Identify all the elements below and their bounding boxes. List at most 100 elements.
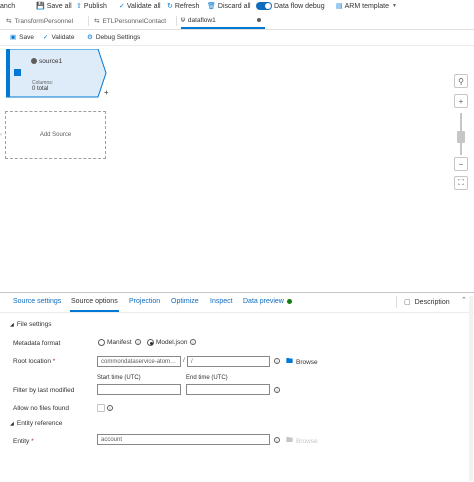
end-time-input[interactable] xyxy=(186,384,270,395)
root-location-browse-button[interactable]: 🖿 Browse xyxy=(286,357,318,368)
data-preview-label: Data preview xyxy=(243,298,284,305)
save-all-button[interactable]: 💾 Save all xyxy=(36,1,72,11)
branch-selector[interactable]: anch xyxy=(0,1,15,11)
collapse-handle-icon[interactable]: ‹ xyxy=(0,132,2,138)
validate-button[interactable]: ✓ Validate xyxy=(43,33,75,42)
tab-inspect[interactable]: Inspect xyxy=(210,298,233,305)
validate-all-label: Validate all xyxy=(126,2,161,10)
validate-all-button[interactable]: ✓ Validate all xyxy=(119,1,161,11)
discard-all-button[interactable]: 🗑 Discard all xyxy=(207,1,251,11)
arm-template-button[interactable]: ▤ ARM template ▼ xyxy=(336,1,397,11)
source-node[interactable] xyxy=(6,49,107,98)
manifest-radio[interactable] xyxy=(98,339,105,346)
settings-icon: ⚙ xyxy=(87,34,93,41)
tab-dataflow1[interactable]: ⍹ dataflow1 xyxy=(181,13,265,29)
add-transform-plus-icon[interactable]: + xyxy=(104,88,109,97)
template-icon: ▤ xyxy=(336,3,343,10)
zoom-out-button[interactable]: − xyxy=(454,157,468,171)
info-icon[interactable]: i xyxy=(107,405,113,411)
browse-label: Browse xyxy=(296,438,318,445)
top-toolbar: anch 💾 Save all ⇧ Publish ✓ Validate all… xyxy=(0,0,474,12)
save-icon: ▣ xyxy=(10,34,17,41)
entity-reference-section[interactable]: ◢ Entity reference xyxy=(10,420,62,427)
manifest-option-label: Manifest xyxy=(107,339,132,346)
start-time-label: Start time (UTC) xyxy=(97,375,141,381)
entity-label: Entity * xyxy=(13,438,34,445)
root-location-label: Root location * xyxy=(13,358,55,365)
divider xyxy=(396,296,397,308)
tab-transformpersonnel[interactable]: ⇆ TransformPersonnel xyxy=(6,13,73,29)
zoom-in-button[interactable]: + xyxy=(454,94,468,108)
publish-label: Publish xyxy=(83,2,107,10)
tab-data-preview[interactable]: Data preview xyxy=(243,298,292,305)
debug-settings-button[interactable]: ⚙ Debug Settings xyxy=(87,33,141,42)
comment-icon: ▢ xyxy=(404,299,411,306)
root-location-path-input[interactable]: / xyxy=(187,356,270,367)
tab-label: dataflow1 xyxy=(187,16,216,24)
save-button[interactable]: ▣ Save xyxy=(10,33,34,42)
filter-last-modified-label: Filter by last modified xyxy=(13,387,75,394)
data-flow-debug-toggle[interactable]: Data flow debug xyxy=(256,1,325,11)
browse-label: Browse xyxy=(296,359,318,366)
file-settings-section[interactable]: ◢ File settings xyxy=(10,321,52,328)
info-icon[interactable]: i xyxy=(135,339,141,345)
tab-source-options[interactable]: Source options xyxy=(71,298,118,305)
allow-no-files-label: Allow no files found xyxy=(13,405,70,412)
folder-icon: 🖿 xyxy=(286,437,293,444)
upload-icon: ⇧ xyxy=(76,3,82,10)
chevron-up-icon[interactable]: ⌃ xyxy=(461,296,467,304)
discard-all-label: Discard all xyxy=(217,2,251,10)
fit-to-screen-button[interactable]: ⛶ xyxy=(454,176,468,190)
model-json-radio[interactable] xyxy=(147,339,154,346)
entity-input[interactable]: account xyxy=(97,434,270,445)
tab-optimize[interactable]: Optimize xyxy=(171,298,199,305)
tab-label: ETLPersonnelContact xyxy=(102,17,167,25)
description-button[interactable]: ▢ Description xyxy=(404,298,450,307)
toggle-switch[interactable] xyxy=(256,2,272,10)
chevron-down-icon: ▼ xyxy=(391,3,397,9)
trash-icon: 🗑 xyxy=(207,3,216,10)
dataflow-toolbar: ▣ Save ✓ Validate ⚙ Debug Settings xyxy=(0,30,474,46)
file-settings-heading: File settings xyxy=(16,321,52,328)
tab-projection[interactable]: Projection xyxy=(129,298,160,305)
validate-label: Validate xyxy=(51,33,75,41)
save-all-label: Save all xyxy=(46,2,72,10)
path-separator: / xyxy=(183,357,185,364)
search-canvas-button[interactable]: ⚲ xyxy=(454,74,468,88)
allow-no-files-checkbox[interactable] xyxy=(97,404,105,412)
refresh-button[interactable]: ↻ Refresh xyxy=(167,1,199,11)
pipeline-icon: ⇆ xyxy=(94,18,100,25)
folder-icon: 🖿 xyxy=(286,358,293,365)
collapse-triangle-icon: ◢ xyxy=(10,420,14,427)
source-node-shape xyxy=(6,49,107,98)
branch-label: anch xyxy=(0,2,16,10)
save-icon: 💾 xyxy=(36,3,45,10)
editor-tabs: ⇆ TransformPersonnel ⇆ ETLPersonnelConta… xyxy=(0,13,474,30)
tab-source-settings[interactable]: Source settings xyxy=(13,298,61,305)
start-time-input[interactable] xyxy=(97,384,181,395)
fit-screen-icon: ⛶ xyxy=(458,178,464,187)
debug-settings-label: Debug Settings xyxy=(95,33,141,41)
zoom-slider-thumb[interactable] xyxy=(457,131,465,143)
checkmark-icon: ✓ xyxy=(119,3,125,10)
panel-scrollbar[interactable] xyxy=(469,296,473,481)
required-marker: * xyxy=(52,358,56,365)
publish-button[interactable]: ⇧ Publish xyxy=(76,1,107,11)
tab-label: TransformPersonnel xyxy=(14,17,74,25)
info-icon[interactable]: i xyxy=(274,358,280,364)
add-source-button[interactable]: Add Source xyxy=(5,111,106,159)
minus-icon: − xyxy=(458,159,464,169)
search-icon: ⚲ xyxy=(458,76,464,86)
add-source-label: Add Source xyxy=(39,132,72,138)
info-icon[interactable]: i xyxy=(274,437,280,443)
model-json-option-label: Model.json xyxy=(156,339,188,346)
save-label: Save xyxy=(19,33,34,41)
tab-etlpersonnelcontact[interactable]: ⇆ ETLPersonnelContact xyxy=(94,13,166,29)
root-location-container-input[interactable]: commondataservice-atom… xyxy=(97,356,181,367)
info-icon[interactable]: i xyxy=(190,339,196,345)
source-node-title: source1 xyxy=(39,58,63,65)
metadata-format-label: Metadata format xyxy=(13,340,61,347)
unsaved-indicator[interactable] xyxy=(257,18,261,22)
info-icon[interactable]: i xyxy=(274,387,280,393)
entity-browse-button[interactable]: 🖿 Browse xyxy=(286,436,318,447)
